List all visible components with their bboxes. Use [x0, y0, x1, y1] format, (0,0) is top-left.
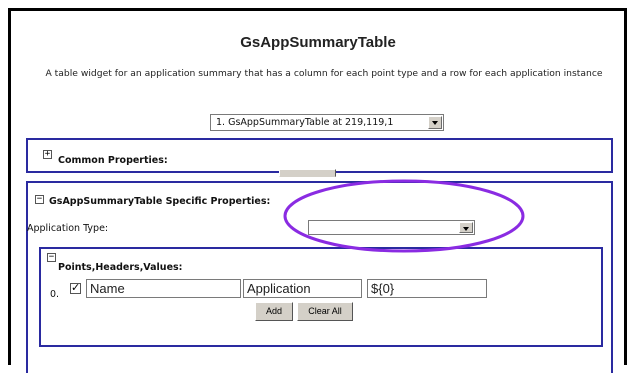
page-description: A table widget for an application summar…	[45, 68, 603, 79]
chevron-down-icon[interactable]	[428, 116, 442, 129]
instance-select[interactable]: 1. GsAppSummaryTable at 219,119,1	[210, 114, 444, 131]
value-field[interactable]: ${0}	[367, 279, 487, 298]
common-properties-panel: + Common Properties:	[26, 138, 613, 173]
highlight-ellipse	[283, 179, 525, 253]
instance-select-value: 1. GsAppSummaryTable at 219,119,1	[216, 117, 394, 128]
add-button[interactable]: Add	[255, 302, 293, 321]
common-properties-label: Common Properties:	[58, 155, 168, 166]
specific-properties-label: GsAppSummaryTable Specific Properties:	[49, 196, 271, 207]
highlight-ellipse-shape	[283, 179, 525, 253]
expand-icon[interactable]: +	[43, 150, 52, 159]
row-index: 0.	[50, 289, 60, 300]
clear-all-button[interactable]: Clear All	[297, 302, 353, 321]
header-field[interactable]: Application	[243, 279, 362, 298]
row-enabled-checkbox[interactable]	[70, 281, 81, 294]
collapse-icon[interactable]: −	[47, 253, 56, 262]
page-title: GsAppSummaryTable	[240, 34, 396, 51]
collapse-icon[interactable]: −	[35, 195, 44, 204]
points-headers-values-label: Points,Headers,Values:	[58, 262, 183, 273]
point-name-field[interactable]: Name	[86, 279, 241, 298]
points-headers-values-panel: − Points,Headers,Values: 0. Name Applica…	[39, 247, 603, 347]
application-type-label: Application Type:	[27, 223, 109, 234]
